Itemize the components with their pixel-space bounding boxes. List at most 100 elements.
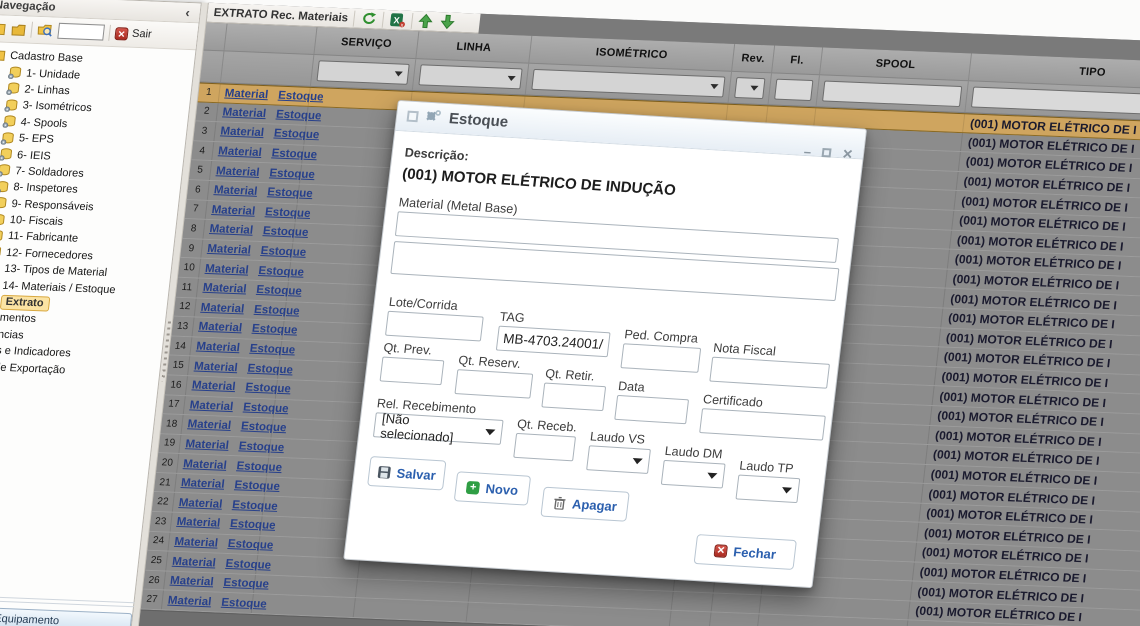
tree-search-input[interactable] — [57, 23, 105, 41]
trash-icon — [552, 496, 567, 510]
material-link[interactable]: Material — [169, 575, 214, 589]
tipo-filter-input[interactable] — [971, 87, 1140, 117]
ped-compra-input[interactable] — [620, 343, 701, 373]
row-number: 3 — [193, 122, 216, 141]
material-link[interactable]: Material — [224, 87, 269, 101]
tree-item-label: 8- Inspetores — [13, 181, 78, 196]
certificado-input[interactable] — [699, 408, 826, 440]
qt-receb-input[interactable] — [513, 433, 576, 462]
material-link[interactable]: Material — [220, 126, 265, 140]
toolbar-separator — [382, 11, 385, 27]
material-link[interactable]: Material — [174, 536, 219, 550]
filter-cell-links — [221, 51, 314, 85]
row-links-cell: Material Estoque — [206, 200, 298, 222]
material-link[interactable]: Material — [211, 204, 256, 218]
material-link[interactable]: Material — [215, 165, 260, 179]
linha-filter-select[interactable] — [418, 64, 522, 89]
tree-item-label: 4- Spools — [20, 116, 68, 130]
column-header-fl[interactable]: Fl. — [772, 46, 823, 75]
material-link[interactable]: Material — [167, 594, 212, 608]
material-link[interactable]: Material — [183, 458, 228, 472]
row-links-cell: Material Estoque — [193, 318, 285, 340]
material-link[interactable]: Material — [189, 399, 234, 413]
lote-input[interactable] — [385, 311, 484, 342]
tree-item-label: 11- Fabricante — [7, 230, 78, 245]
refresh-icon[interactable] — [360, 11, 378, 27]
collapse-panel-icon[interactable]: ‹ — [180, 5, 196, 21]
row-links-cell: Material Estoque — [201, 240, 293, 262]
qt-retir-input[interactable] — [541, 382, 606, 411]
row-links-cell: Material Estoque — [166, 552, 258, 574]
arrow-down-icon[interactable] — [440, 14, 458, 30]
row-number: 9 — [180, 239, 203, 258]
material-link[interactable]: Material — [202, 282, 247, 296]
column-header-servico[interactable]: SERVIÇO — [314, 27, 419, 58]
search-folder-icon[interactable] — [36, 23, 54, 38]
salvar-button[interactable]: Salvar — [367, 456, 446, 490]
qt-prev-input[interactable] — [380, 357, 445, 386]
tag-input[interactable] — [496, 326, 611, 358]
excel-export-icon[interactable]: Xx — [389, 12, 407, 28]
column-header-links[interactable] — [225, 24, 318, 55]
column-label: LINHA — [456, 40, 492, 53]
column-header-linha[interactable]: LINHA — [416, 31, 532, 62]
gears-icon — [424, 108, 443, 128]
laudo-dm-select[interactable] — [661, 460, 726, 489]
row-number: 10 — [178, 258, 201, 277]
close-x-icon: ✕ — [714, 544, 729, 558]
column-label: SPOOL — [875, 57, 916, 71]
spool-filter-input[interactable] — [822, 81, 962, 107]
material-link[interactable]: Material — [180, 477, 225, 491]
row-links-cell: Material Estoque — [162, 591, 254, 613]
material-link[interactable]: Material — [172, 555, 217, 569]
expand-tree-icon[interactable] — [0, 22, 7, 36]
novo-button[interactable]: + Novo — [454, 471, 531, 505]
laudo-dm-label: Laudo DM — [664, 444, 723, 461]
rev-cell — [672, 592, 714, 612]
fl-filter-input[interactable] — [774, 79, 813, 101]
tree-item-label: 3- Isométricos — [22, 100, 92, 115]
material-link[interactable]: Material — [222, 106, 267, 120]
material-link[interactable]: Material — [213, 184, 258, 198]
nota-fiscal-input[interactable] — [709, 357, 830, 389]
material-link[interactable]: Material — [185, 438, 230, 452]
rev-filter-select[interactable] — [734, 77, 765, 99]
row-links-cell: Material Estoque — [177, 454, 269, 476]
row-number: 17 — [163, 395, 186, 414]
apagar-button[interactable]: Apagar — [540, 487, 629, 522]
column-header-rev[interactable]: Rev. — [732, 44, 775, 73]
fechar-button[interactable]: ✕ Fechar — [694, 534, 797, 570]
tree-item-label: mentos — [0, 312, 37, 325]
material-link[interactable]: Material — [207, 243, 252, 257]
material-link[interactable]: Material — [218, 145, 263, 159]
laudo-tp-select[interactable] — [735, 474, 800, 503]
tree-item-label: 7- Soldadores — [15, 165, 85, 180]
material-link[interactable]: Material — [196, 341, 241, 355]
salvar-label: Salvar — [396, 465, 437, 482]
laudo-vs-select[interactable] — [586, 445, 651, 474]
novo-label: Novo — [485, 481, 519, 498]
tree-item-icon — [0, 148, 13, 161]
material-link[interactable]: Material — [209, 223, 254, 237]
collapse-tree-icon[interactable] — [10, 22, 26, 36]
isometrico-filter-select[interactable] — [531, 69, 725, 98]
material-link[interactable]: Material — [204, 263, 249, 277]
arrow-up-icon[interactable] — [418, 13, 436, 29]
row-links-cell: Material Estoque — [164, 571, 256, 593]
material-link[interactable]: Material — [176, 516, 221, 530]
material-link[interactable]: Material — [191, 380, 236, 394]
qt-reserv-input[interactable] — [454, 369, 533, 399]
material-link[interactable]: Material — [200, 302, 245, 316]
tree-item-icon — [2, 115, 16, 128]
material-link[interactable]: Material — [198, 321, 243, 335]
tree-item-label: 12- Fornecedores — [5, 247, 93, 262]
material-link[interactable]: Material — [178, 497, 223, 511]
material-link[interactable]: Material — [193, 360, 238, 374]
qt-prev-label: Qt. Prev. — [383, 341, 433, 358]
row-links-cell: Material Estoque — [208, 181, 300, 203]
material-link[interactable]: Material — [187, 419, 232, 433]
sair-button[interactable]: ✕ Sair — [114, 27, 152, 41]
rel-recebimento-select[interactable]: [Não selecionado] — [373, 412, 504, 445]
data-input[interactable] — [614, 395, 689, 424]
servico-filter-select[interactable] — [316, 60, 409, 85]
